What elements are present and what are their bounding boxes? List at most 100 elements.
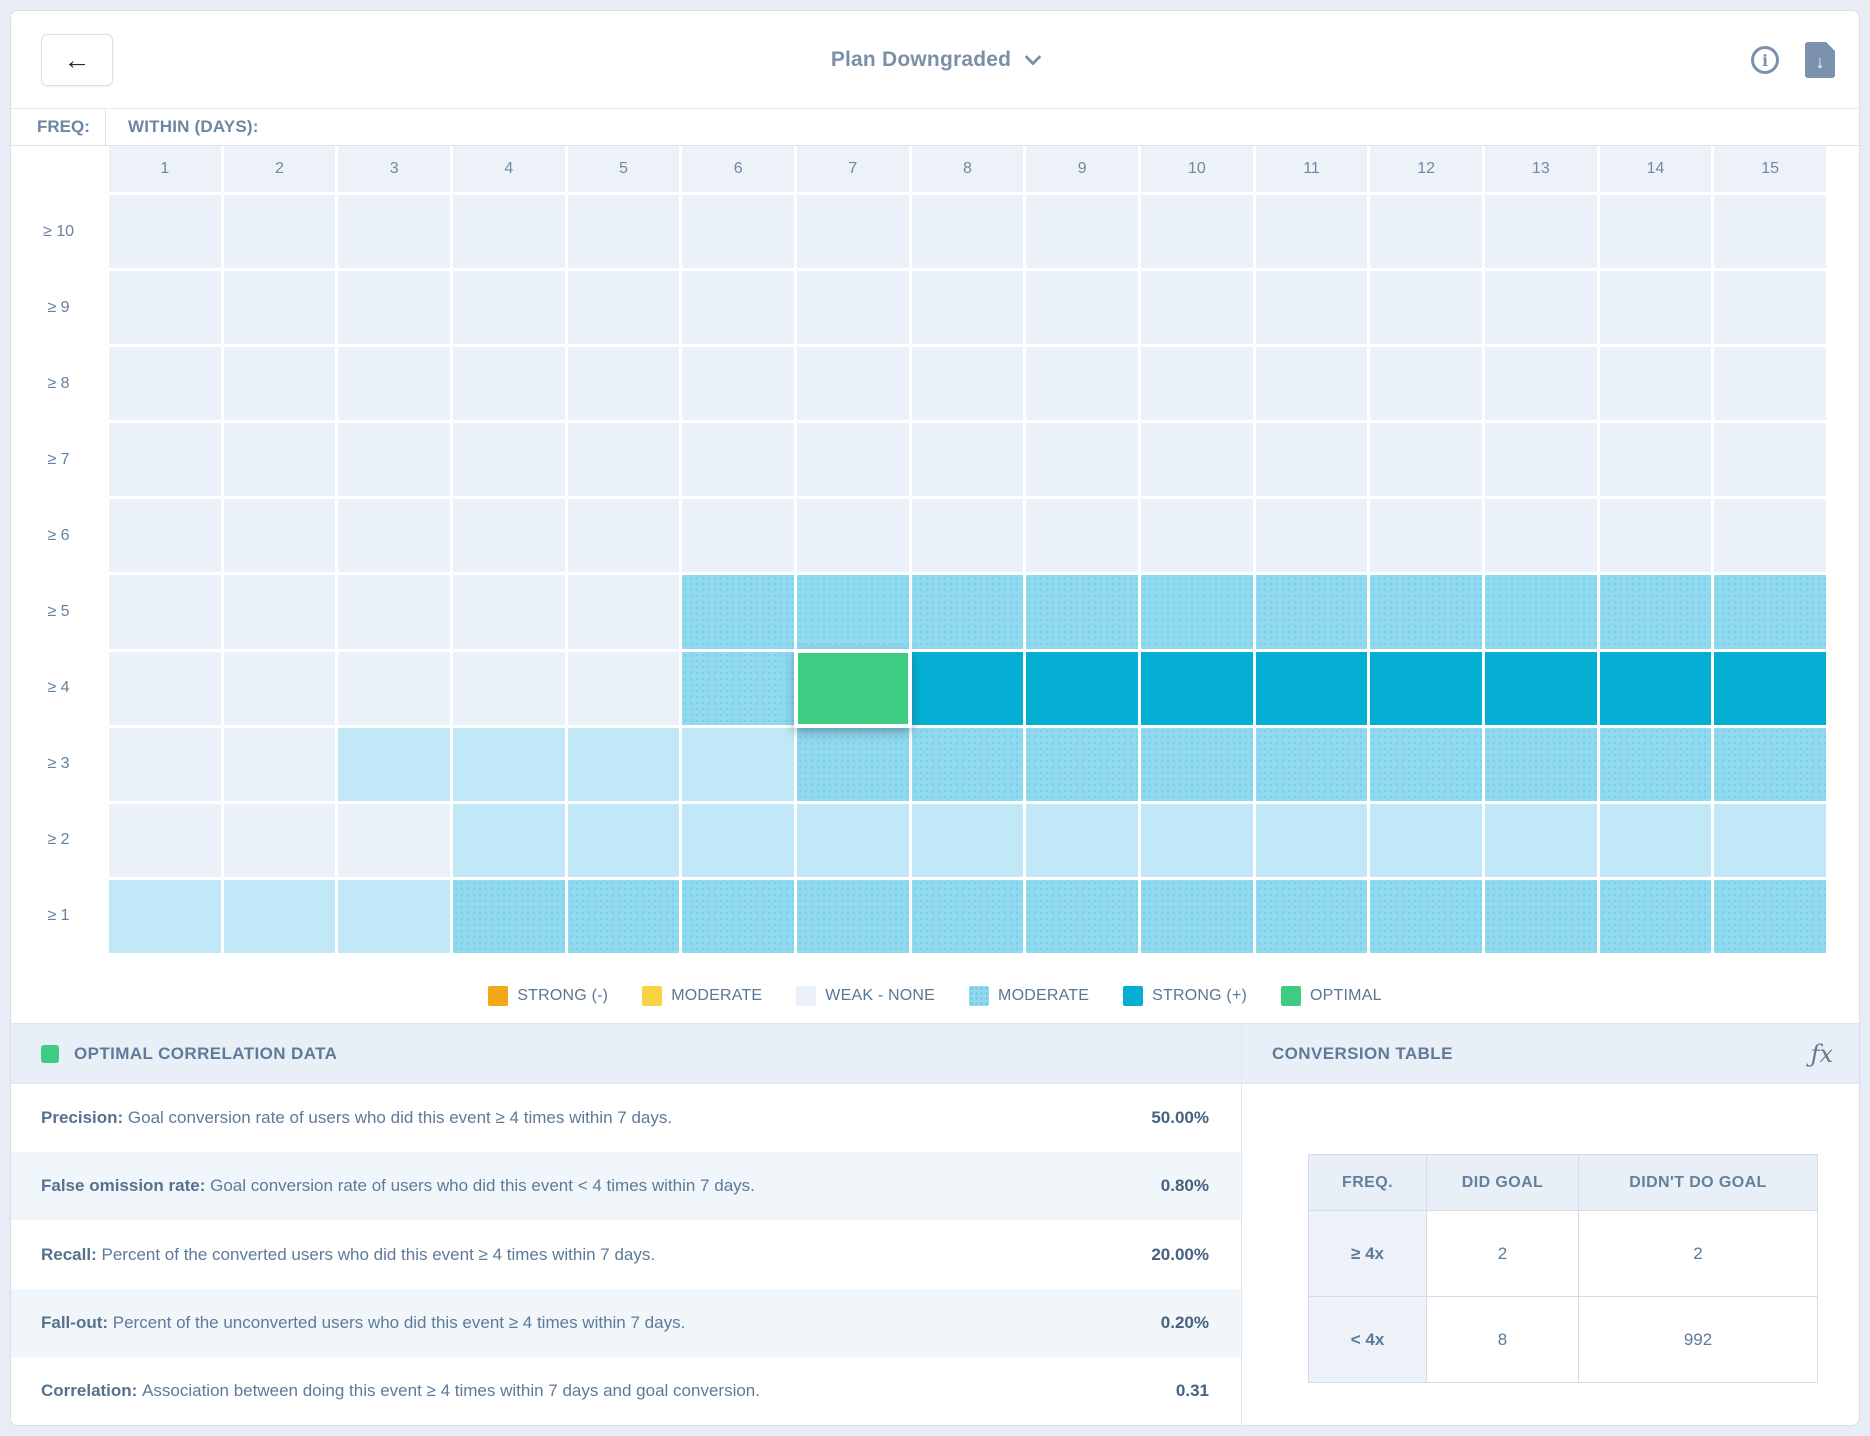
heatmap-cell-moderate[interactable] — [1256, 728, 1368, 801]
heatmap-cell-moderate[interactable] — [912, 880, 1024, 953]
heatmap-cell-weak-none[interactable] — [1370, 347, 1482, 420]
heatmap-cell-weak-none[interactable] — [338, 195, 450, 268]
heatmap-cell-weak-moderate[interactable] — [453, 728, 565, 801]
heatmap-cell-weak-none[interactable] — [109, 347, 221, 420]
heatmap-cell-weak-none[interactable] — [338, 423, 450, 496]
heatmap-cell-weak-none[interactable] — [912, 347, 1024, 420]
heatmap-cell-weak-none[interactable] — [1256, 271, 1368, 344]
heatmap-cell-weak-none[interactable] — [1026, 271, 1138, 344]
heatmap-cell-weak-none[interactable] — [338, 347, 450, 420]
heatmap-cell-weak-none[interactable] — [1714, 347, 1826, 420]
heatmap-cell-weak-none[interactable] — [568, 652, 680, 725]
heatmap-cell-weak-none[interactable] — [1714, 271, 1826, 344]
heatmap-cell-weak-none[interactable] — [1714, 499, 1826, 572]
heatmap-cell-moderate[interactable] — [1026, 880, 1138, 953]
heatmap-cell-weak-none[interactable] — [1370, 499, 1482, 572]
heatmap-cell-moderate[interactable] — [1714, 880, 1826, 953]
heatmap-cell-weak-moderate[interactable] — [912, 804, 1024, 877]
heatmap-cell-weak-none[interactable] — [109, 423, 221, 496]
heatmap-cell-weak-none[interactable] — [682, 195, 794, 268]
heatmap-cell-moderate[interactable] — [912, 728, 1024, 801]
heatmap-cell-weak-none[interactable] — [1485, 423, 1597, 496]
heatmap-cell-moderate[interactable] — [1026, 575, 1138, 648]
heatmap-cell-strong-plus[interactable] — [1256, 652, 1368, 725]
heatmap-cell-weak-none[interactable] — [453, 652, 565, 725]
heatmap-cell-weak-none[interactable] — [109, 728, 221, 801]
heatmap-cell-moderate[interactable] — [1370, 728, 1482, 801]
heatmap-cell-weak-none[interactable] — [453, 195, 565, 268]
heatmap-cell-moderate[interactable] — [1141, 728, 1253, 801]
heatmap-cell-strong-plus[interactable] — [1714, 652, 1826, 725]
heatmap-cell-strong-plus[interactable] — [1026, 652, 1138, 725]
heatmap-cell-weak-none[interactable] — [109, 499, 221, 572]
heatmap-cell-weak-none[interactable] — [224, 271, 336, 344]
heatmap-cell-weak-none[interactable] — [1026, 423, 1138, 496]
heatmap-cell-weak-none[interactable] — [797, 271, 909, 344]
heatmap-cell-weak-none[interactable] — [568, 195, 680, 268]
heatmap-cell-moderate[interactable] — [682, 880, 794, 953]
heatmap-cell-moderate[interactable] — [1485, 880, 1597, 953]
heatmap-cell-moderate[interactable] — [797, 880, 909, 953]
heatmap-cell-weak-none[interactable] — [1141, 347, 1253, 420]
heatmap-cell-weak-none[interactable] — [109, 652, 221, 725]
heatmap-cell-moderate[interactable] — [1026, 728, 1138, 801]
heatmap-cell-weak-none[interactable] — [1600, 347, 1712, 420]
heatmap-cell-weak-none[interactable] — [797, 347, 909, 420]
heatmap-cell-moderate[interactable] — [797, 575, 909, 648]
heatmap-cell-weak-none[interactable] — [1141, 423, 1253, 496]
heatmap-cell-weak-none[interactable] — [912, 423, 1024, 496]
heatmap-cell-weak-none[interactable] — [109, 804, 221, 877]
heatmap-cell-weak-none[interactable] — [912, 195, 1024, 268]
heatmap-cell-weak-none[interactable] — [109, 195, 221, 268]
heatmap-cell-weak-none[interactable] — [453, 347, 565, 420]
heatmap-cell-weak-moderate[interactable] — [338, 728, 450, 801]
heatmap-cell-weak-moderate[interactable] — [109, 880, 221, 953]
heatmap-cell-moderate[interactable] — [1256, 880, 1368, 953]
heatmap-cell-weak-none[interactable] — [1600, 499, 1712, 572]
heatmap-cell-weak-none[interactable] — [224, 575, 336, 648]
heatmap-cell-moderate[interactable] — [1485, 728, 1597, 801]
heatmap-cell-weak-none[interactable] — [1370, 195, 1482, 268]
heatmap-cell-moderate[interactable] — [682, 575, 794, 648]
heatmap-cell-moderate[interactable] — [1714, 575, 1826, 648]
heatmap-cell-strong-plus[interactable] — [1370, 652, 1482, 725]
heatmap-cell-weak-none[interactable] — [1600, 271, 1712, 344]
heatmap-cell-weak-none[interactable] — [338, 652, 450, 725]
heatmap-cell-weak-none[interactable] — [568, 423, 680, 496]
heatmap-cell-weak-none[interactable] — [1714, 423, 1826, 496]
heatmap-cell-weak-none[interactable] — [797, 423, 909, 496]
heatmap-cell-weak-none[interactable] — [224, 423, 336, 496]
heatmap-cell-weak-none[interactable] — [1141, 499, 1253, 572]
heatmap-cell-weak-none[interactable] — [1256, 347, 1368, 420]
heatmap-cell-strong-plus[interactable] — [1600, 652, 1712, 725]
heatmap-cell-weak-none[interactable] — [1141, 195, 1253, 268]
heatmap-cell-weak-moderate[interactable] — [338, 880, 450, 953]
heatmap-cell-weak-none[interactable] — [568, 347, 680, 420]
heatmap-cell-weak-none[interactable] — [1714, 195, 1826, 268]
heatmap-cell-weak-moderate[interactable] — [224, 880, 336, 953]
heatmap-cell-weak-none[interactable] — [1026, 347, 1138, 420]
heatmap-cell-weak-moderate[interactable] — [568, 804, 680, 877]
heatmap-cell-weak-none[interactable] — [224, 652, 336, 725]
heatmap-cell-weak-none[interactable] — [1485, 271, 1597, 344]
heatmap-cell-weak-none[interactable] — [797, 499, 909, 572]
heatmap-cell-moderate[interactable] — [568, 880, 680, 953]
heatmap-cell-strong-plus[interactable] — [1485, 652, 1597, 725]
heatmap-cell-weak-none[interactable] — [338, 804, 450, 877]
heatmap-cell-weak-none[interactable] — [1485, 347, 1597, 420]
heatmap-cell-moderate[interactable] — [1370, 880, 1482, 953]
optimal-cell[interactable] — [794, 649, 912, 728]
heatmap-cell-weak-moderate[interactable] — [1026, 804, 1138, 877]
info-icon[interactable]: i — [1751, 46, 1779, 74]
chevron-down-icon[interactable] — [1025, 49, 1042, 66]
heatmap-cell-moderate[interactable] — [1714, 728, 1826, 801]
heatmap-cell-weak-none[interactable] — [338, 271, 450, 344]
heatmap-cell-weak-none[interactable] — [1256, 195, 1368, 268]
heatmap-cell-weak-none[interactable] — [682, 271, 794, 344]
heatmap-cell-weak-none[interactable] — [109, 575, 221, 648]
heatmap-cell-weak-none[interactable] — [224, 728, 336, 801]
heatmap-cell-moderate[interactable] — [1600, 575, 1712, 648]
heatmap-cell-weak-none[interactable] — [912, 499, 1024, 572]
heatmap-cell-weak-moderate[interactable] — [1370, 804, 1482, 877]
heatmap-cell-weak-none[interactable] — [338, 499, 450, 572]
